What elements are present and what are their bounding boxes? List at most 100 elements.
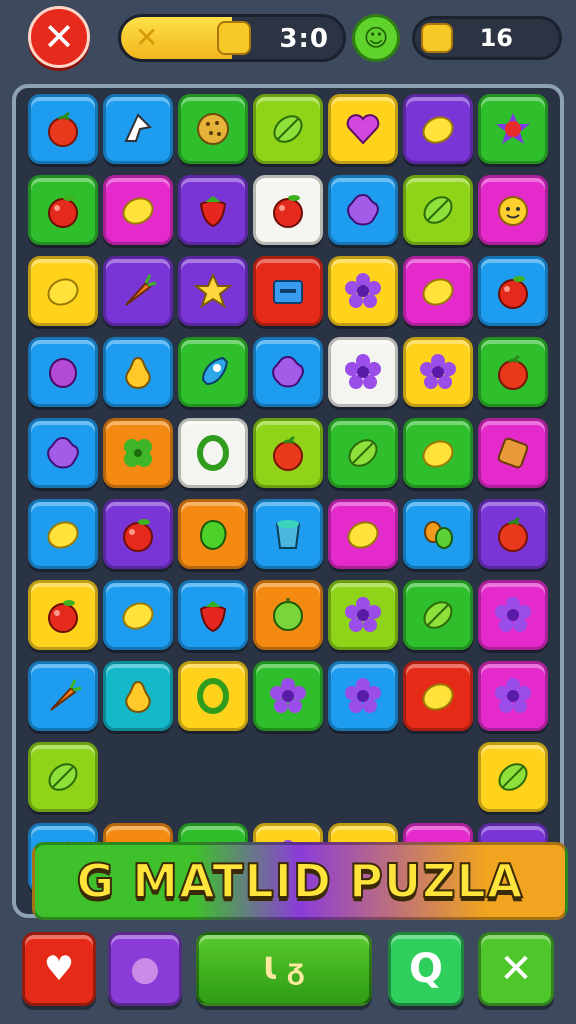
tile-4-1[interactable] bbox=[103, 418, 173, 488]
game-board: G MATLID PUZLA bbox=[12, 84, 568, 920]
tile-7-0[interactable] bbox=[28, 661, 98, 731]
tile-6-0[interactable] bbox=[28, 580, 98, 650]
score-text: 3:0 bbox=[279, 24, 329, 54]
star-berry-icon bbox=[492, 108, 534, 150]
tile-7-1[interactable] bbox=[103, 661, 173, 731]
tile-0-0[interactable] bbox=[28, 94, 98, 164]
tile-2-6[interactable] bbox=[478, 256, 548, 326]
tile-2-3[interactable] bbox=[253, 256, 323, 326]
play-button[interactable]: Ɩ ᵹ bbox=[196, 932, 372, 1006]
tile-7-5[interactable] bbox=[403, 661, 473, 731]
tile-4-2[interactable] bbox=[178, 418, 248, 488]
tile-4-6[interactable] bbox=[478, 418, 548, 488]
tile-1-0[interactable] bbox=[28, 175, 98, 245]
lemon-icon bbox=[417, 108, 459, 150]
tile-6-1[interactable] bbox=[103, 580, 173, 650]
tile-0-6[interactable] bbox=[478, 94, 548, 164]
leaf-icon bbox=[267, 108, 309, 150]
plum-icon bbox=[42, 351, 84, 393]
tile-5-5[interactable] bbox=[403, 499, 473, 569]
pear-icon bbox=[117, 675, 159, 717]
tile-4-3[interactable] bbox=[253, 418, 323, 488]
tile-6-3[interactable] bbox=[253, 580, 323, 650]
cancel-button[interactable]: ✕ bbox=[478, 932, 554, 1006]
tile-1-4[interactable] bbox=[328, 175, 398, 245]
lemon-icon bbox=[342, 513, 384, 555]
flower-icon bbox=[492, 594, 534, 636]
blob-icon bbox=[342, 189, 384, 231]
tile-6-4[interactable] bbox=[328, 580, 398, 650]
flower-icon bbox=[267, 675, 309, 717]
tile-7-4[interactable] bbox=[328, 661, 398, 731]
clover-icon bbox=[117, 432, 159, 474]
rocket-icon bbox=[192, 351, 234, 393]
tile-5-1[interactable] bbox=[103, 499, 173, 569]
close-icon: ✕ bbox=[43, 15, 75, 59]
tile-2-4[interactable] bbox=[328, 256, 398, 326]
cross-icon: ✕ bbox=[135, 21, 159, 54]
flower-icon bbox=[342, 270, 384, 312]
leaf-icon bbox=[417, 594, 459, 636]
flower-icon bbox=[342, 675, 384, 717]
shuffle-button[interactable]: ● bbox=[108, 932, 182, 1006]
tile-4-5[interactable] bbox=[403, 418, 473, 488]
tile-3-3[interactable] bbox=[253, 337, 323, 407]
tile-5-6[interactable] bbox=[478, 499, 548, 569]
tile-6-2[interactable] bbox=[178, 580, 248, 650]
tile-0-4[interactable] bbox=[328, 94, 398, 164]
lemon-icon bbox=[117, 189, 159, 231]
tile-1-1[interactable] bbox=[103, 175, 173, 245]
play-label: Ɩ ᵹ bbox=[263, 951, 305, 987]
close-button[interactable]: ✕ bbox=[28, 6, 90, 68]
tile-5-3[interactable] bbox=[253, 499, 323, 569]
tile-0-3[interactable] bbox=[253, 94, 323, 164]
tile-6-6[interactable] bbox=[478, 580, 548, 650]
tile-3-1[interactable] bbox=[103, 337, 173, 407]
tile-7-3[interactable] bbox=[253, 661, 323, 731]
tile-3-4[interactable] bbox=[328, 337, 398, 407]
search-icon: Q bbox=[408, 946, 443, 992]
lemon-icon bbox=[42, 270, 84, 312]
tile-3-6[interactable] bbox=[478, 337, 548, 407]
gold-coin-icon bbox=[217, 21, 251, 55]
search-button[interactable]: Q bbox=[388, 932, 464, 1006]
tile-3-2[interactable] bbox=[178, 337, 248, 407]
leaf-icon bbox=[492, 756, 534, 798]
tile-8-6[interactable] bbox=[478, 742, 548, 812]
coin-counter: 16 bbox=[412, 16, 562, 60]
tile-1-3[interactable] bbox=[253, 175, 323, 245]
tile-0-1[interactable] bbox=[103, 94, 173, 164]
tile-0-2[interactable] bbox=[178, 94, 248, 164]
tile-5-0[interactable] bbox=[28, 499, 98, 569]
title-banner: G MATLID PUZLA bbox=[32, 842, 568, 920]
tile-5-4[interactable] bbox=[328, 499, 398, 569]
tile-2-2[interactable] bbox=[178, 256, 248, 326]
lemon-icon bbox=[417, 432, 459, 474]
tile-7-2[interactable] bbox=[178, 661, 248, 731]
flower-icon bbox=[417, 351, 459, 393]
tile-6-5[interactable] bbox=[403, 580, 473, 650]
tile-1-2[interactable] bbox=[178, 175, 248, 245]
tile-1-5[interactable] bbox=[403, 175, 473, 245]
apple-icon bbox=[42, 594, 84, 636]
tile-2-5[interactable] bbox=[403, 256, 473, 326]
heart-icon bbox=[342, 108, 384, 150]
lemon-icon bbox=[417, 270, 459, 312]
top-bar: ✕ ✕ 3:0 ☺ 16 bbox=[0, 0, 576, 80]
tile-8-0[interactable] bbox=[28, 742, 98, 812]
tile-2-0[interactable] bbox=[28, 256, 98, 326]
tile-7-6[interactable] bbox=[478, 661, 548, 731]
tile-0-5[interactable] bbox=[403, 94, 473, 164]
tile-3-0[interactable] bbox=[28, 337, 98, 407]
smiley-button[interactable]: ☺ bbox=[352, 14, 400, 62]
hint-button[interactable]: ♥ bbox=[22, 932, 96, 1006]
tile-3-5[interactable] bbox=[403, 337, 473, 407]
strawberry-icon bbox=[192, 189, 234, 231]
tile-4-4[interactable] bbox=[328, 418, 398, 488]
tile-5-2[interactable] bbox=[178, 499, 248, 569]
blob-icon bbox=[267, 351, 309, 393]
tile-2-1[interactable] bbox=[103, 256, 173, 326]
cup-icon bbox=[267, 513, 309, 555]
tile-4-0[interactable] bbox=[28, 418, 98, 488]
tile-1-6[interactable] bbox=[478, 175, 548, 245]
